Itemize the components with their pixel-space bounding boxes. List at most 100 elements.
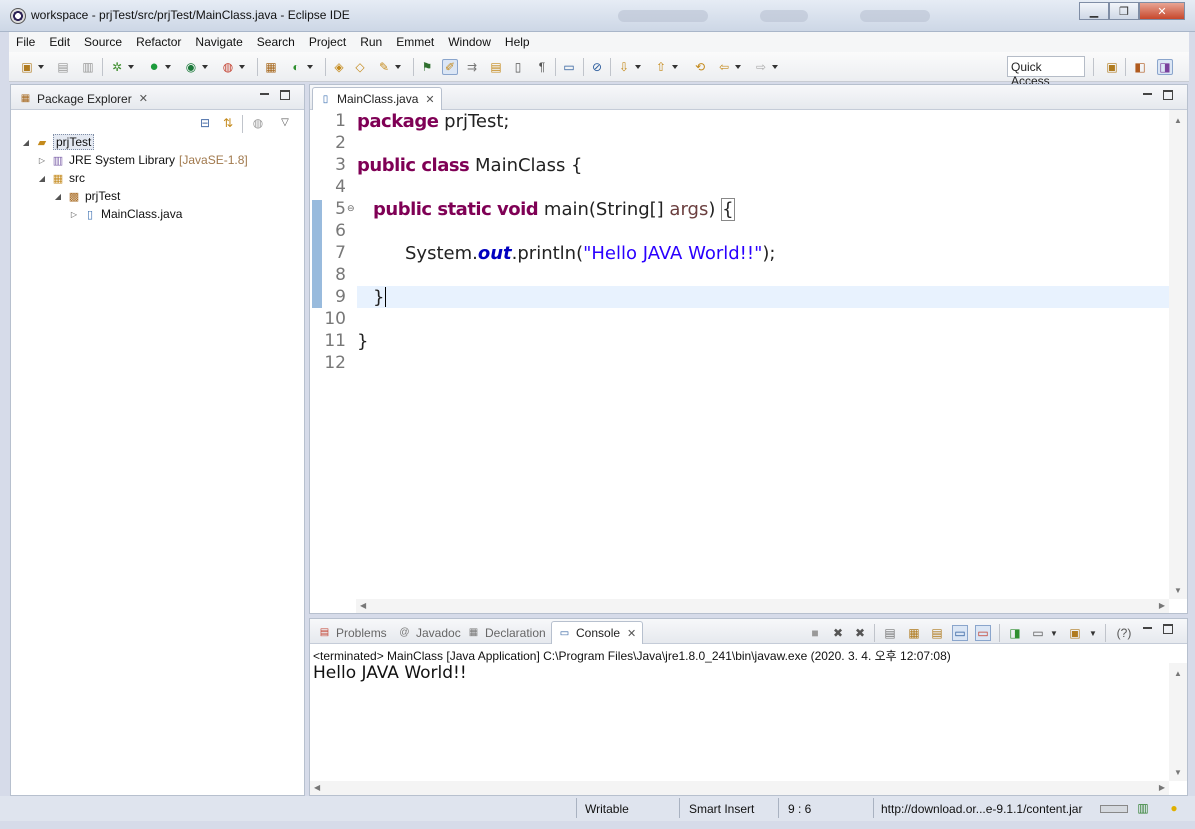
forward-icon[interactable]: ⇨ (753, 59, 778, 75)
tree-item-src[interactable]: ◢ ▦ src (37, 169, 85, 187)
save-icon[interactable]: ▤ (55, 59, 71, 75)
previous-annotation-icon[interactable]: ⇧ (653, 59, 678, 75)
word-wrap-icon[interactable]: ▤ (488, 59, 504, 75)
run-icon[interactable]: ● (146, 59, 171, 75)
last-edit-location-icon[interactable]: ⟲ (692, 59, 708, 75)
collapse-all-icon[interactable]: ⊟ (197, 115, 213, 131)
external-tools-icon[interactable]: ◍ (220, 59, 245, 75)
terminate-icon[interactable]: ■ (807, 625, 823, 641)
tab-declaration[interactable]: ▦ Declaration (461, 621, 552, 644)
restore-window-button[interactable]: ❐ (1109, 2, 1139, 20)
collapsed-chevron-icon[interactable]: ▷ (69, 210, 79, 219)
terminal-icon[interactable]: ▭ (561, 59, 577, 75)
tab-mainclass-java[interactable]: ▯ MainClass.java ✕ (312, 87, 442, 110)
remove-all-terminated-icon[interactable]: ✖ (852, 625, 868, 641)
back-icon[interactable]: ⇦ (716, 59, 741, 75)
view-menu-icon[interactable]: ▽ (277, 115, 293, 131)
scroll-right-icon[interactable]: ▶ (1159, 601, 1165, 610)
scroll-right-icon[interactable]: ▶ (1159, 783, 1165, 792)
pin-console-icon[interactable]: ◨ (1007, 625, 1023, 641)
scroll-left-icon[interactable]: ◀ (314, 783, 320, 792)
maximize-icon[interactable] (280, 90, 290, 100)
close-icon[interactable]: ✕ (425, 93, 434, 106)
save-all-icon[interactable]: ▥ (80, 59, 96, 75)
menu-window[interactable]: Window (441, 35, 498, 49)
remove-launch-icon[interactable]: ✖ (830, 625, 846, 641)
tip-lightbulb-icon[interactable]: ● (1166, 800, 1182, 816)
open-perspective-icon[interactable]: ▣ (1104, 59, 1120, 75)
next-annotation-icon[interactable]: ⇩ (616, 59, 641, 75)
block-selection-icon[interactable]: ⇉ (464, 59, 480, 75)
tree-item-project[interactable]: ◢ ▰ prjTest (21, 133, 95, 151)
menu-search[interactable]: Search (250, 35, 302, 49)
debug-icon[interactable]: ✲ (109, 59, 134, 75)
tab-console[interactable]: ▭ Console ✕ (551, 621, 644, 644)
annotation-icon[interactable]: ⚑ (419, 59, 435, 75)
open-console-icon[interactable]: ▣ (1067, 625, 1083, 641)
show-on-stderr-icon[interactable]: ▭ (975, 625, 991, 641)
scroll-up-icon[interactable]: ▲ (1174, 669, 1182, 678)
scroll-down-icon[interactable]: ▼ (1174, 768, 1182, 777)
tree-item-jre-library[interactable]: ▷ ▥ JRE System Library [JavaSE-1.8] (37, 151, 248, 169)
progress-view-icon[interactable]: ▥ (1135, 800, 1151, 816)
search-icon[interactable]: ✎ (376, 59, 401, 75)
new-java-package-icon[interactable]: ▦ (263, 59, 279, 75)
tree-item-package[interactable]: ◢ ▩ prjTest (53, 187, 120, 205)
scroll-up-icon[interactable]: ▲ (1174, 116, 1182, 125)
collapsed-chevron-icon[interactable]: ▷ (37, 156, 47, 165)
tree-item-java-file[interactable]: ▷ ▯ MainClass.java (69, 205, 182, 223)
tab-javadoc[interactable]: @ Javadoc (392, 621, 467, 644)
chevron-down-icon[interactable]: ▼ (1085, 625, 1101, 641)
minimize-window-button[interactable]: ▁ (1079, 2, 1109, 20)
close-window-button[interactable]: ✕ (1139, 2, 1185, 20)
editor-vertical-scrollbar[interactable]: ▲ ▼ (1169, 110, 1187, 599)
code-editor[interactable]: 1 package prjTest; 2 3 public class Main… (324, 110, 1169, 599)
minimize-icon[interactable] (1143, 624, 1153, 634)
quick-access-field[interactable]: Quick Access (1007, 56, 1085, 88)
maximize-icon[interactable] (1163, 90, 1173, 100)
expanded-chevron-icon[interactable]: ◢ (37, 174, 47, 183)
maximize-icon[interactable] (1163, 624, 1173, 634)
close-icon[interactable]: ✕ (627, 627, 636, 640)
link-with-editor-icon[interactable]: ⇅ (220, 115, 236, 131)
chevron-down-icon[interactable]: ▼ (1046, 625, 1062, 641)
word-wrap-icon[interactable]: ▤ (929, 625, 945, 641)
expanded-chevron-icon[interactable]: ◢ (21, 138, 31, 147)
help-icon[interactable]: (?) (1113, 625, 1135, 641)
display-console-icon[interactable]: ▭ (1030, 625, 1046, 641)
skip-breakpoints-icon[interactable]: ⊘ (589, 59, 605, 75)
tab-problems[interactable]: ▤ Problems (312, 621, 393, 644)
java-ee-perspective-icon[interactable]: ◧ (1132, 59, 1148, 75)
scroll-lock-icon[interactable]: ▦ (906, 625, 922, 641)
tab-package-explorer[interactable]: ▦ Package Explorer ✕ (13, 87, 154, 110)
menu-refactor[interactable]: Refactor (129, 35, 188, 49)
paragraph-icon[interactable]: ¶ (534, 59, 550, 75)
minimize-icon[interactable] (260, 90, 270, 100)
scroll-left-icon[interactable]: ◀ (360, 601, 366, 610)
scroll-down-icon[interactable]: ▼ (1174, 586, 1182, 595)
menu-source[interactable]: Source (77, 35, 129, 49)
console-horizontal-scrollbar[interactable]: ◀ ▶ (310, 781, 1169, 795)
show-on-stdout-icon[interactable]: ▭ (952, 625, 968, 641)
coverage-icon[interactable]: ◉ (183, 59, 208, 75)
editor-horizontal-scrollbar[interactable]: ◀ ▶ (356, 599, 1169, 613)
menu-help[interactable]: Help (498, 35, 537, 49)
mark-occurrences-icon[interactable]: ✐ (442, 59, 458, 75)
console-output[interactable]: Hello JAVA World!! (313, 663, 467, 683)
new-java-class-icon[interactable]: ◐ (288, 59, 313, 75)
clear-console-icon[interactable]: ▤ (882, 625, 898, 641)
menu-emmet[interactable]: Emmet (389, 35, 441, 49)
open-type-icon[interactable]: ◈ (331, 59, 347, 75)
menu-navigate[interactable]: Navigate (188, 35, 249, 49)
java-perspective-icon[interactable]: ◨ (1157, 59, 1173, 75)
show-whitespace-icon[interactable]: ▯ (510, 59, 526, 75)
minimize-icon[interactable] (1143, 90, 1153, 100)
console-vertical-scrollbar[interactable]: ▲ ▼ (1169, 663, 1187, 781)
menu-project[interactable]: Project (302, 35, 353, 49)
menu-run[interactable]: Run (353, 35, 389, 49)
fold-collapse-icon[interactable]: ⊖ (347, 204, 355, 214)
menu-file[interactable]: File (9, 35, 42, 49)
focus-on-active-task-icon[interactable]: ◍ (250, 115, 266, 131)
expanded-chevron-icon[interactable]: ◢ (53, 192, 63, 201)
menu-edit[interactable]: Edit (42, 35, 77, 49)
